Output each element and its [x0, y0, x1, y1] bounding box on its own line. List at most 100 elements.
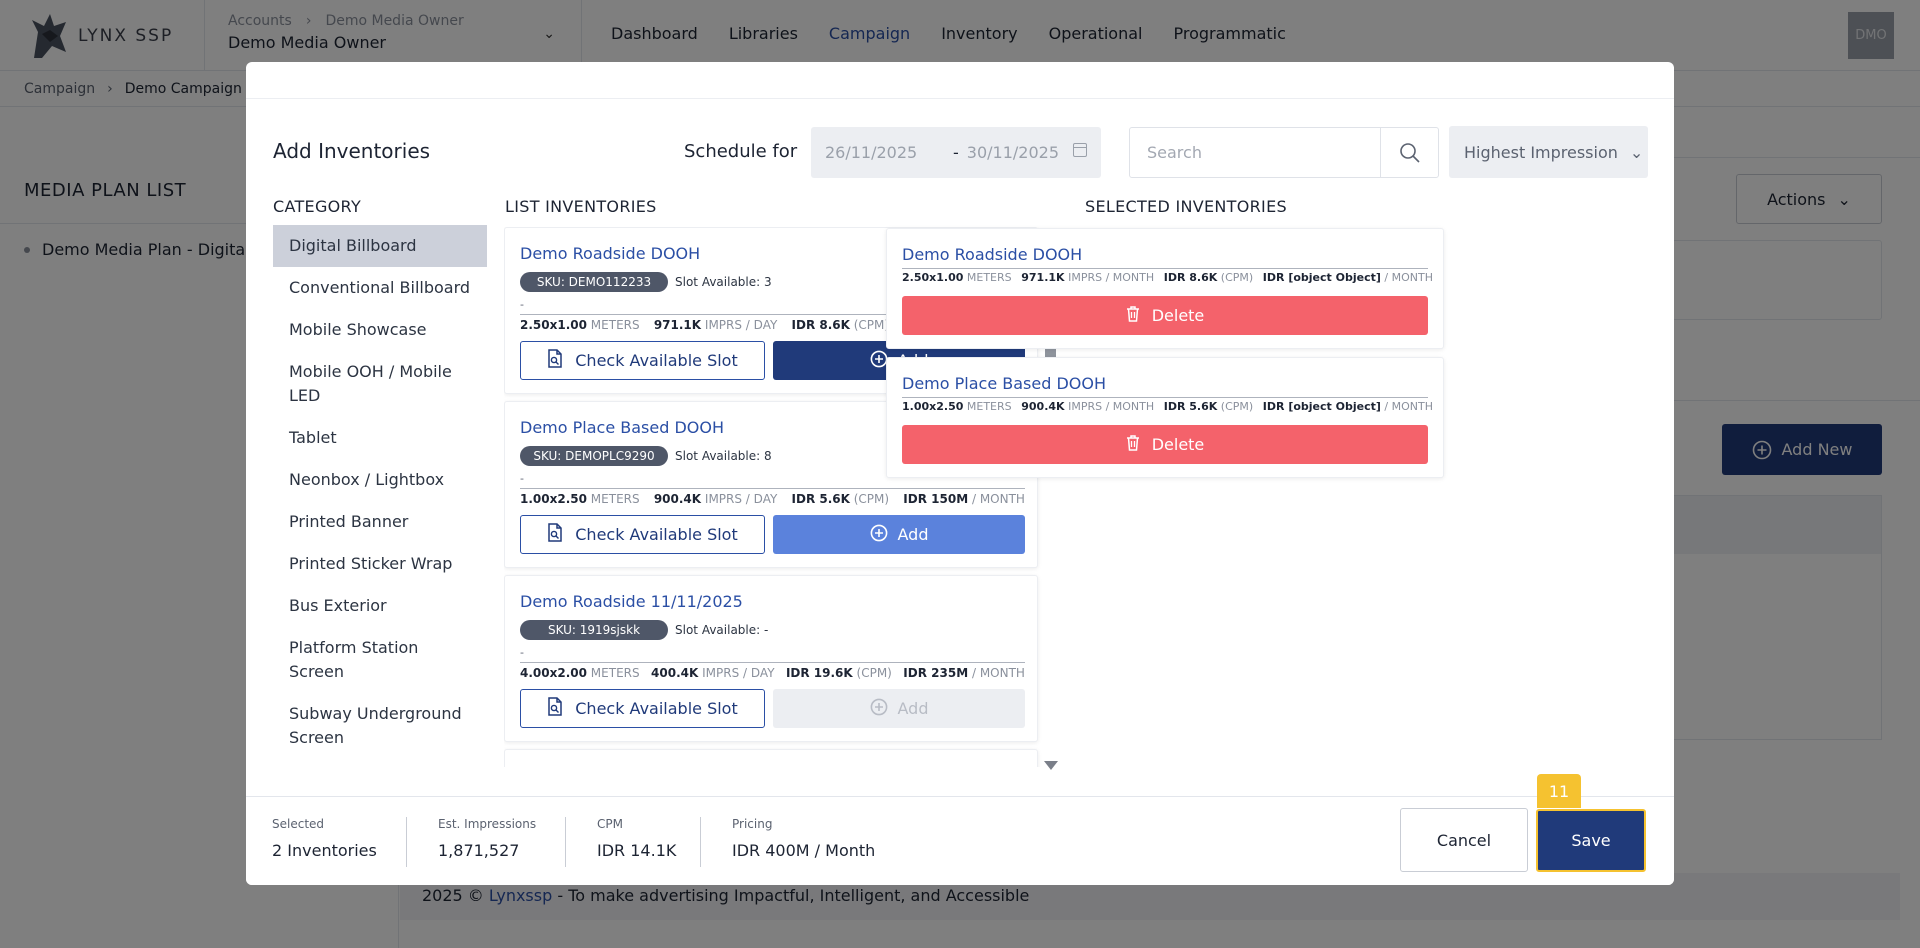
inventory-card: Demo Roadside 11/11/2025 SKU: 1919sjskk Sl… [504, 575, 1038, 742]
date-from: 26/11/2025 [825, 143, 918, 162]
stat-pricing: Pricing IDR 400M / Month [732, 817, 875, 860]
check-available-slot-label: Check Available Slot [575, 525, 738, 544]
category-item[interactable]: Digital Billboard [273, 225, 487, 267]
category-item[interactable]: Printed Sticker Wrap [273, 543, 487, 585]
inventory-metrics: 1.00x2.50 METERS 900.4K IMPRS / DAY IDR 5.… [520, 492, 1025, 506]
metric-size-value: 4.00x2.00 [520, 666, 587, 680]
stat-selected-label: Selected [272, 817, 325, 831]
inventory-name[interactable]: Demo Roadside 11/11/2025 [520, 592, 743, 611]
category-header: CATEGORY [273, 197, 362, 216]
metric-impressions-value: 971.1K [1021, 271, 1065, 284]
metric-cpm: IDR 8.6K (CPM) [792, 318, 890, 332]
metric-price-unit: / MONTH [971, 492, 1025, 506]
metric-cpm: IDR 5.6K (CPM) [1164, 400, 1253, 413]
save-button[interactable]: Save [1536, 809, 1646, 872]
selected-inventory-metrics: 1.00x2.50 METERS 900.4K IMPRS / MONTH IDR … [902, 400, 1433, 413]
metric-cpm: IDR 5.6K (CPM) [792, 492, 890, 506]
list-inventories-header: LIST INVENTORIES [505, 197, 657, 216]
metric-cpm-value: IDR 19.6K [785, 666, 853, 680]
divider [406, 817, 407, 867]
metric-impressions: 971.1K IMPRS / MONTH [1021, 271, 1154, 284]
inventory-note: - [520, 298, 524, 311]
file-search-icon [547, 697, 563, 720]
metric-price-value: IDR 235M [903, 666, 969, 680]
selected-inventory-name[interactable]: Demo Place Based DOOH [902, 374, 1106, 393]
modal-title: Add Inventories [273, 139, 431, 163]
divider [520, 662, 1025, 663]
category-item[interactable]: Platform Station Screen [273, 627, 487, 693]
plus-circle-icon [870, 350, 888, 372]
sort-select[interactable]: Highest Impression ⌄ [1449, 126, 1648, 178]
category-item[interactable]: Printed Banner [273, 501, 487, 543]
metric-impressions: 900.4K IMPRS / MONTH [1021, 400, 1154, 413]
metric-impressions-value: 971.1K [653, 318, 702, 332]
inventory-name[interactable]: Demo Roadside DOOH [520, 244, 700, 263]
plus-circle-icon [870, 698, 888, 720]
metric-size: 2.50x1.00 METERS [520, 318, 640, 332]
divider [246, 98, 1674, 99]
calendar-icon[interactable] [1073, 143, 1087, 157]
metric-impressions-unit: IMPRS / MONTH [1068, 400, 1155, 413]
scroll-down-arrow-icon[interactable] [1044, 761, 1058, 770]
sku-badge: SKU: DEMOPLC9290 [520, 446, 668, 466]
metric-cpm-value: IDR 5.6K [791, 492, 850, 506]
stat-selected-value: 2 Inventories [272, 841, 377, 860]
search-button[interactable] [1380, 128, 1438, 177]
delete-label: Delete [1151, 435, 1205, 454]
category-item[interactable]: Subway Underground Screen [273, 693, 487, 759]
selected-inventories-header: SELECTED INVENTORIES [1085, 197, 1287, 216]
stat-selected: Selected 2 Inventories [272, 817, 377, 860]
search-input[interactable] [1130, 128, 1380, 177]
slot-available: Slot Available: 8 [675, 449, 772, 463]
inventory-note: - [520, 472, 524, 485]
file-search-icon [547, 523, 563, 546]
metric-impressions-unit: IMPRS / MONTH [1068, 271, 1155, 284]
category-item[interactable]: Neonbox / Lightbox [273, 459, 487, 501]
divider [700, 817, 701, 867]
metric-cpm: IDR 19.6K (CPM) [786, 666, 892, 680]
schedule-label: Schedule for [684, 141, 798, 162]
metric-price-unit: / MONTH [1384, 271, 1433, 284]
check-available-slot-button[interactable]: Check Available Slot [520, 689, 765, 728]
metric-size-value: 2.50x1.00 [520, 318, 587, 332]
sort-value: Highest Impression [1464, 142, 1618, 162]
delete-button[interactable]: Delete [902, 425, 1428, 464]
metric-price: IDR [object Object] / MONTH [1263, 271, 1433, 284]
check-available-slot-button[interactable]: Check Available Slot [520, 341, 765, 380]
metric-size-unit: METERS [590, 318, 640, 332]
metric-size: 1.00x2.50 METERS [520, 492, 640, 506]
selected-inventory-metrics: 2.50x1.00 METERS 971.1K IMPRS / MONTH IDR … [902, 271, 1433, 284]
metric-impressions: 971.1K IMPRS / DAY [654, 318, 778, 332]
metric-price: IDR 235M / MONTH [903, 666, 1025, 680]
category-item[interactable]: Mobile OOH / Mobile LED [273, 351, 487, 417]
category-item[interactable]: Mobile Showcase [273, 309, 487, 351]
stat-impressions-value: 1,871,527 [438, 841, 520, 860]
selected-inventory-name[interactable]: Demo Roadside DOOH [902, 245, 1082, 264]
category-item[interactable]: Bus Exterior [273, 585, 487, 627]
step-badge: 11 [1537, 774, 1581, 808]
category-item[interactable]: Conventional Billboard [273, 267, 487, 309]
category-item[interactable]: Tablet [273, 417, 487, 459]
metric-price: IDR 150M / MONTH [903, 492, 1025, 506]
modal-footer: Selected 2 Inventories Est. Impressions … [246, 774, 1674, 885]
inventory-name[interactable]: Demo Place Based DOOH [520, 418, 724, 437]
check-available-slot-label: Check Available Slot [575, 699, 738, 718]
cancel-button[interactable]: Cancel [1400, 808, 1528, 872]
search-icon [1399, 142, 1420, 163]
category-list: Digital Billboard Conventional Billboard M… [273, 225, 487, 759]
date-range-picker[interactable]: 26/11/2025 - 30/11/2025 [811, 127, 1101, 178]
metric-price-value: IDR 150M [903, 492, 969, 506]
selected-inventory-card: Demo Place Based DOOH 1.00x2.50 METERS 900… [886, 357, 1444, 478]
metric-price: IDR [object Object] / MONTH [1263, 400, 1433, 413]
add-button: Add [773, 689, 1025, 728]
stat-pricing-value: IDR 400M / Month [732, 841, 876, 860]
add-button[interactable]: Add [773, 515, 1025, 554]
check-available-slot-button[interactable]: Check Available Slot [520, 515, 765, 554]
metric-cpm-unit: (CPM) [856, 666, 892, 680]
date-to: 30/11/2025 [966, 143, 1059, 162]
metric-price-unit: / MONTH [971, 666, 1025, 680]
metric-size: 1.00x2.50 METERS [902, 400, 1012, 413]
delete-button[interactable]: Delete [902, 296, 1428, 335]
sku-badge: SKU: DEMO112233 [520, 272, 668, 292]
add-label: Add [897, 699, 929, 718]
